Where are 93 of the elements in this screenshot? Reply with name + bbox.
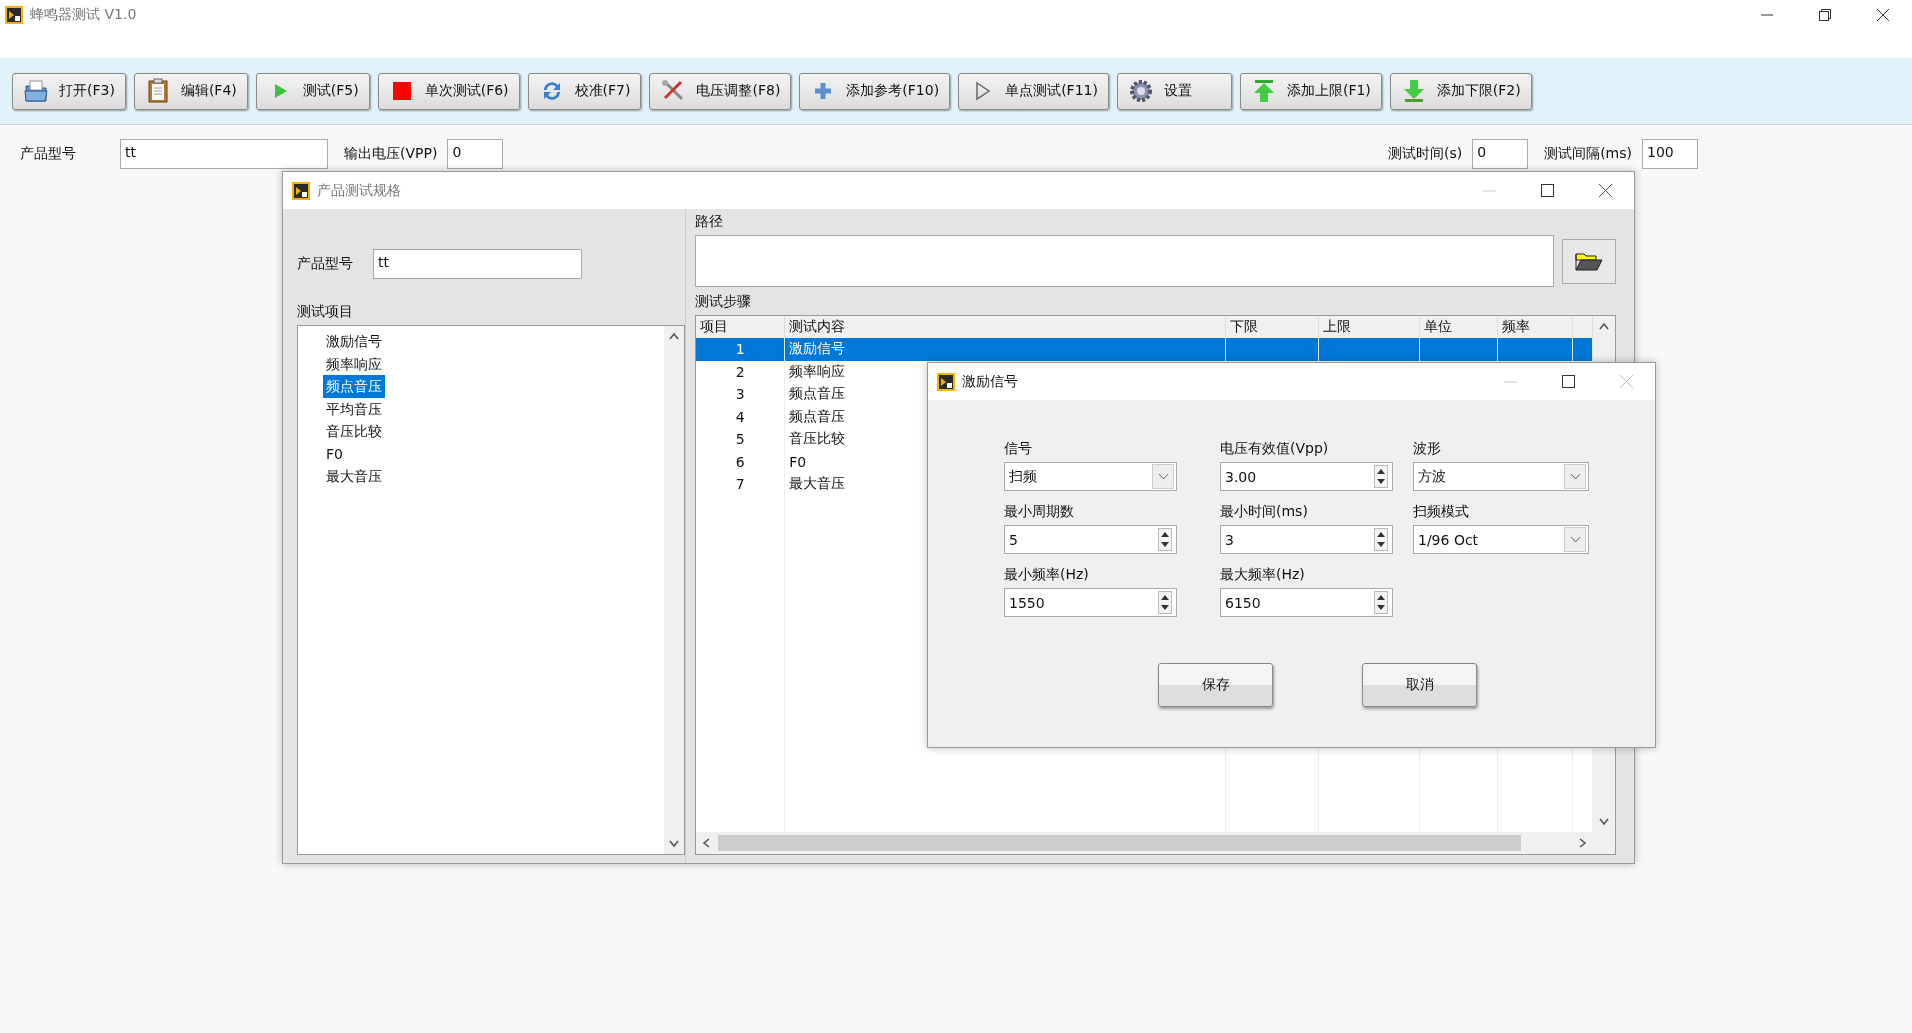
list-item[interactable]: 频点音压 <box>323 375 385 398</box>
table-cell: 2 <box>696 360 785 383</box>
folder-icon <box>23 78 49 104</box>
toolbar-button[interactable]: 添加上限(F1) <box>1239 72 1382 110</box>
list-item[interactable]: 平均音压 <box>323 397 385 420</box>
scroll-down-icon[interactable] <box>1599 818 1609 826</box>
spinner-icon[interactable] <box>1158 528 1172 551</box>
number-field[interactable]: 5 <box>1004 525 1177 554</box>
app-icon <box>4 5 24 25</box>
input-field[interactable]: 0 <box>1472 139 1529 169</box>
list-box[interactable]: 激励信号 频率响应 频点音压 平均音压 音压比较 F0 最大音压 <box>297 325 685 855</box>
scroll-left-icon[interactable] <box>702 838 710 848</box>
toolbar-button[interactable]: 添加参考(F10) <box>799 72 951 110</box>
input-field[interactable]: 0 <box>447 139 504 169</box>
close-icon[interactable] <box>1877 9 1889 21</box>
toolbar-button[interactable]: 电压调整(F8) <box>649 72 792 110</box>
spinner-icon[interactable] <box>1374 465 1388 488</box>
list-item[interactable]: F0 <box>323 442 346 465</box>
field-label: 扫频模式 <box>1413 503 1470 521</box>
field-label: 测试间隔(ms) <box>1544 145 1632 163</box>
field-label: 最大频率(Hz) <box>1220 566 1306 584</box>
field-label: 最小时间(ms) <box>1220 503 1309 521</box>
table-cell: 4 <box>696 405 785 428</box>
field-label: 路径 <box>695 213 724 231</box>
toolbar-button[interactable]: 添加下限(F2) <box>1389 72 1532 110</box>
toolbar-button[interactable]: 校准(F7) <box>527 72 642 110</box>
scroll-up-icon[interactable] <box>1599 322 1609 330</box>
column-header[interactable]: 下限 <box>1225 316 1319 338</box>
input-field[interactable]: tt <box>120 139 328 169</box>
table-cell: 激励信号 <box>784 338 1226 361</box>
input-field[interactable]: tt <box>373 249 582 279</box>
list-item[interactable]: 激励信号 <box>323 330 385 353</box>
scroll-right-icon[interactable] <box>1579 838 1587 848</box>
caret-icon <box>1157 473 1169 480</box>
toolbar-button[interactable]: 打开(F3) <box>12 72 126 110</box>
folder-icon <box>1574 250 1604 272</box>
dialog-title: 产品测试规格 <box>317 181 402 200</box>
number-field[interactable]: 6150 <box>1220 588 1393 617</box>
table-cell: 5 <box>696 428 785 451</box>
dropdown-field[interactable]: 1/96 Oct <box>1413 525 1589 554</box>
toolbar-button[interactable]: 设置 <box>1116 72 1232 110</box>
spinner-icon[interactable] <box>1158 591 1172 614</box>
table-label: 测试步骤 <box>695 293 752 311</box>
restore-icon[interactable] <box>1819 9 1831 21</box>
dropdown-field[interactable]: 方波 <box>1413 462 1589 491</box>
dropdown-field[interactable]: 扫频 <box>1004 462 1177 491</box>
app-icon <box>936 371 956 392</box>
field-label: 最小频率(Hz) <box>1004 566 1090 584</box>
folder-button[interactable] <box>1562 238 1616 284</box>
toolbar-button[interactable]: 编辑(F4) <box>133 72 248 110</box>
table-cell: 7 <box>696 473 785 496</box>
spinner-icon[interactable] <box>1374 591 1388 614</box>
column-header[interactable]: 频率 <box>1497 316 1573 338</box>
field-label: 最小周期数 <box>1004 503 1075 521</box>
selected-row[interactable]: 1 激励信号 <box>696 338 1593 361</box>
column-header[interactable]: 单位 <box>1419 316 1498 338</box>
spinner-icon[interactable] <box>1374 528 1388 551</box>
gear-icon <box>1127 78 1154 104</box>
field-label: 测试时间(s) <box>1387 145 1463 163</box>
number-field[interactable]: 3.00 <box>1220 462 1393 491</box>
window-title: 蜂鸣器测试 V1.0 <box>30 6 138 24</box>
scroll-down-icon[interactable] <box>669 840 679 848</box>
dialog-button[interactable]: 取消 <box>1362 663 1477 707</box>
caret-icon <box>1569 473 1581 480</box>
number-field[interactable]: 3 <box>1220 525 1393 554</box>
field-label: 输出电压(VPP) <box>344 145 438 163</box>
path-field[interactable] <box>695 235 1554 287</box>
field-label: 产品型号 <box>297 255 353 273</box>
list-label: 测试项目 <box>297 303 354 321</box>
maximize-icon[interactable] <box>1561 375 1575 388</box>
toolbar-button[interactable]: 单点测试(F11) <box>958 72 1109 110</box>
toolbar-button[interactable]: 测试(F5) <box>255 72 370 110</box>
input-field[interactable]: 100 <box>1642 139 1698 169</box>
dialog-button[interactable]: 保存 <box>1158 663 1273 707</box>
table-cell: 3 <box>696 383 785 406</box>
field-label: 波形 <box>1413 440 1442 458</box>
close-icon[interactable] <box>1598 184 1612 197</box>
column-header[interactable]: 测试内容 <box>784 316 1226 338</box>
app-icon <box>291 180 311 201</box>
caret-icon <box>1569 536 1581 543</box>
list-item[interactable]: 音压比较 <box>323 420 385 443</box>
column-header[interactable]: 上限 <box>1318 316 1419 338</box>
number-field[interactable]: 1550 <box>1004 588 1177 617</box>
table-cell: 6 <box>696 450 785 473</box>
list-item[interactable]: 频率响应 <box>323 352 385 375</box>
table-cell: 1 <box>696 338 785 361</box>
scrollbar-thumb[interactable] <box>718 835 1521 851</box>
list-item[interactable]: 最大音压 <box>323 465 385 488</box>
column-header[interactable]: 项目 <box>696 316 785 338</box>
scroll-up-icon[interactable] <box>669 332 679 340</box>
field-label: 产品型号 <box>20 145 76 163</box>
toolbar-button[interactable]: 单次测试(F6) <box>377 72 520 110</box>
maximize-icon[interactable] <box>1540 184 1554 197</box>
